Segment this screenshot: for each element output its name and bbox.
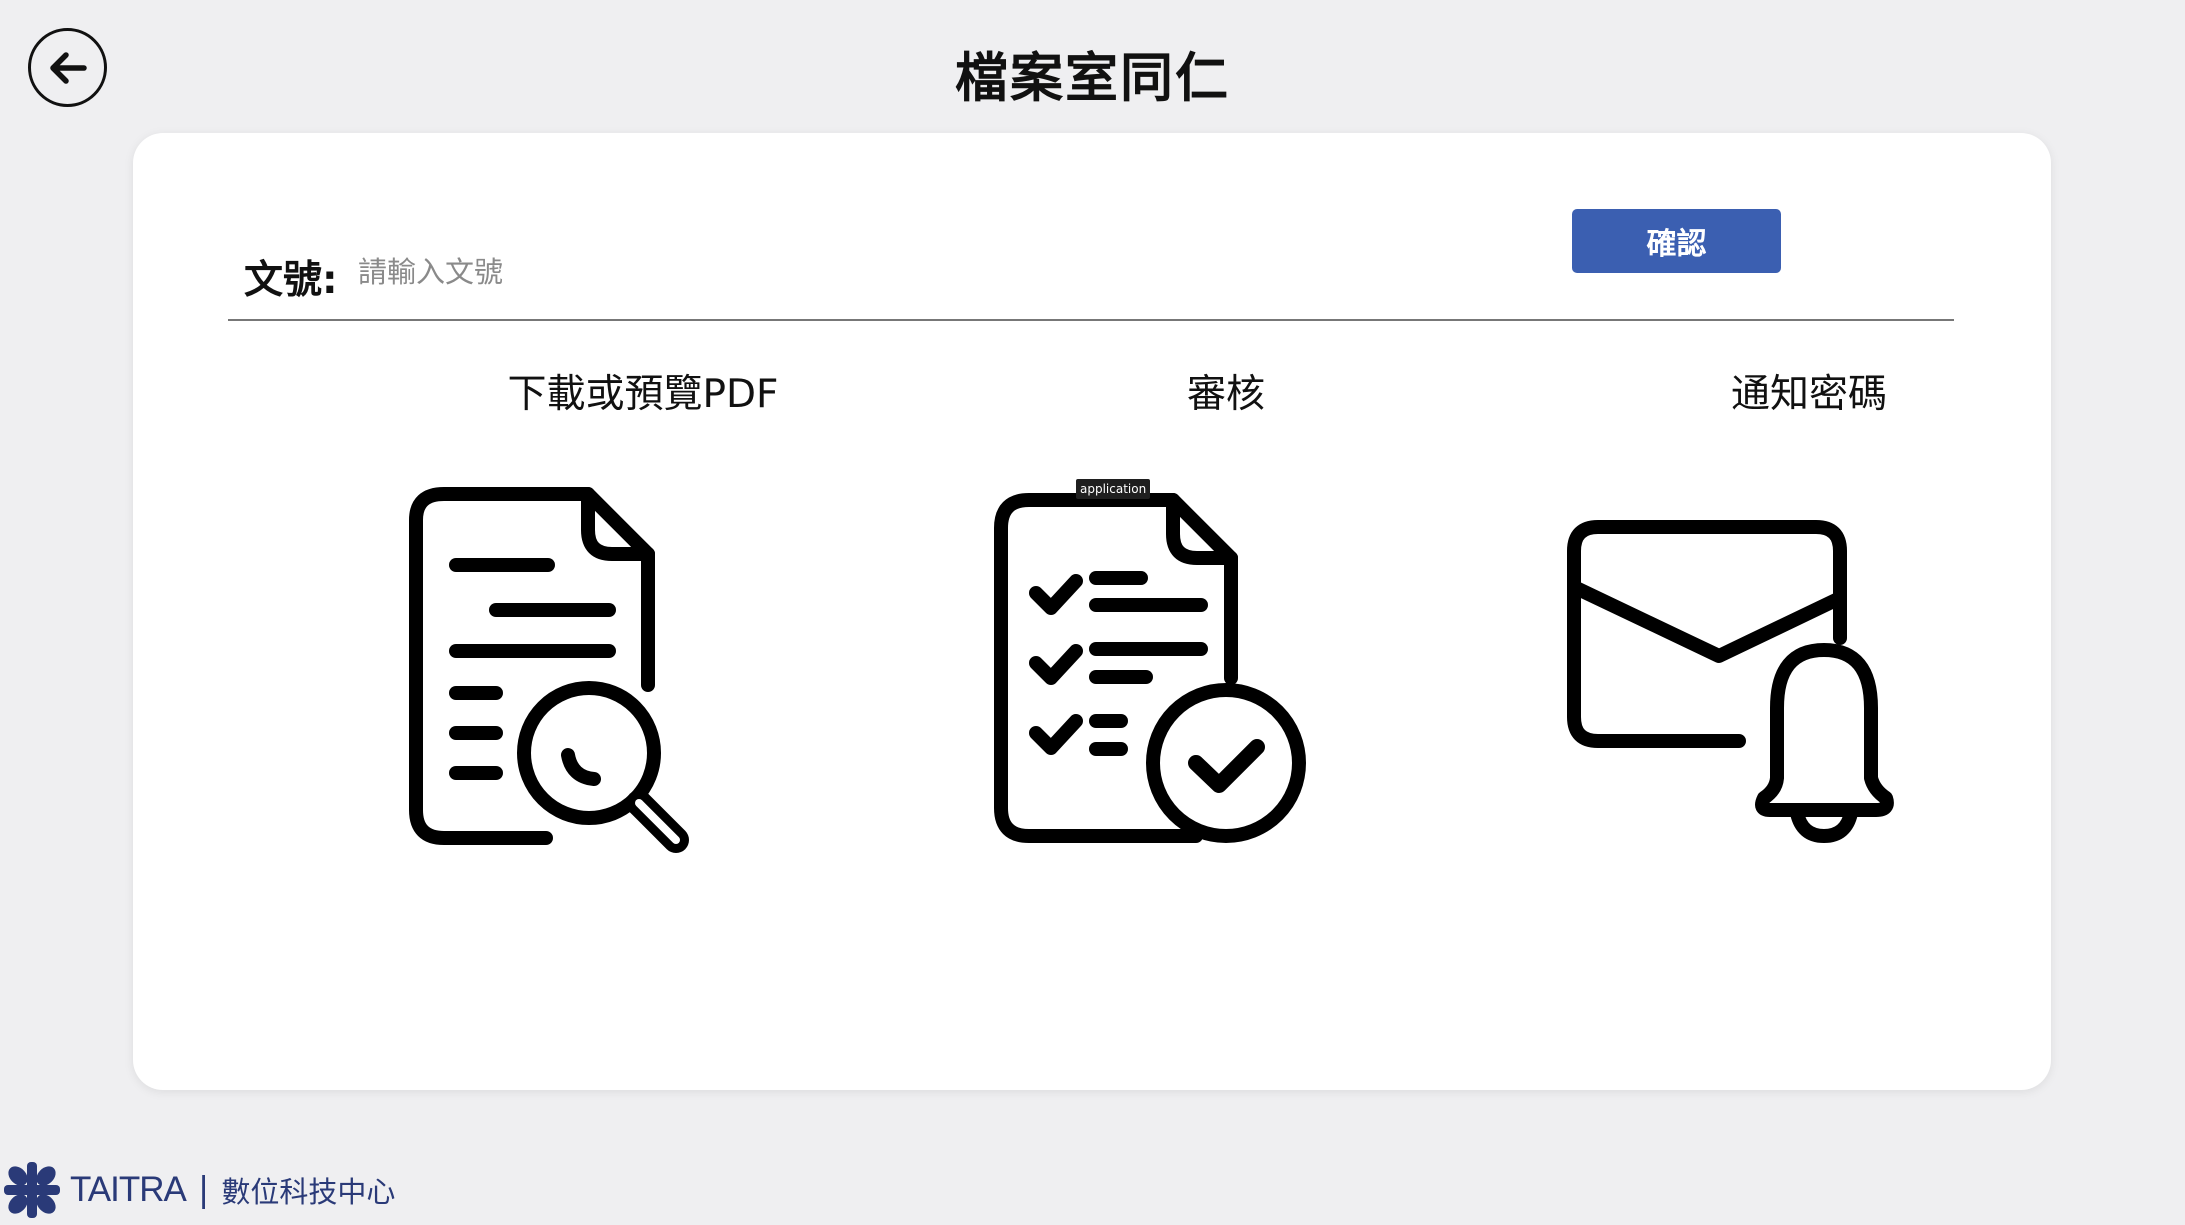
checklist-approve-icon bbox=[994, 493, 1306, 843]
footer-department: 數位科技中心 bbox=[221, 1175, 396, 1209]
mail-bell-icon bbox=[1567, 520, 1894, 843]
tile-review[interactable]: 審核 bbox=[966, 363, 1486, 1013]
main-card: 文號: 確認 下載或預覽PDF 審核 bbox=[133, 133, 2051, 1090]
document-search-icon bbox=[409, 487, 689, 853]
document-number-label: 文號: bbox=[244, 258, 338, 303]
tile-notify-password[interactable]: 通知密碼 bbox=[1549, 363, 2069, 1013]
tile-label-notify-password: 通知密碼 bbox=[1730, 372, 1887, 417]
footer-brand: TAITRA bbox=[70, 1170, 187, 1209]
tile-label-review: 審核 bbox=[1186, 372, 1265, 417]
tile-download-pdf[interactable]: 下載或預覽PDF bbox=[383, 363, 903, 1013]
page-title: 檔案室同仁 bbox=[955, 48, 1230, 109]
taitra-logo-icon bbox=[4, 1162, 60, 1218]
confirm-button[interactable]: 確認 bbox=[1572, 209, 1781, 273]
footer: TAITRA | 數位科技中心 bbox=[0, 1160, 395, 1220]
footer-separator: | bbox=[197, 1170, 210, 1210]
tile-label-download-pdf: 下載或預覽PDF bbox=[507, 372, 779, 417]
tooltip: application bbox=[1076, 479, 1151, 500]
document-number-input[interactable] bbox=[358, 247, 1558, 297]
